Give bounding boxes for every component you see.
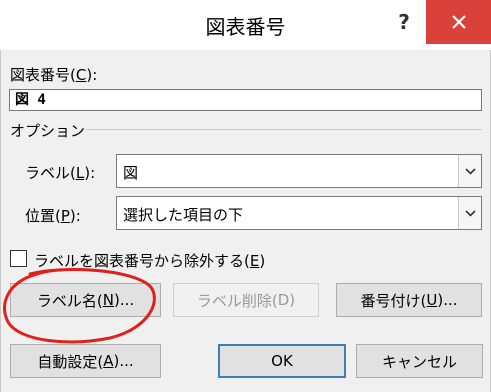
- options-group-label: オプション: [10, 122, 86, 140]
- position-field-key: P: [60, 207, 70, 225]
- options-group-divider: [86, 129, 482, 130]
- new-label-key: N: [102, 291, 114, 309]
- exclude-label-prefix: ラベルを図表番号から除外する(: [34, 252, 250, 270]
- position-field-suffix: ):: [69, 207, 81, 225]
- new-label-text: ラベル名(: [36, 291, 103, 310]
- caption-label-suffix: ):: [86, 66, 98, 84]
- autocaption-suffix: )...: [113, 352, 134, 370]
- close-icon: [451, 15, 466, 29]
- position-dropdown-arrow[interactable]: [458, 197, 481, 229]
- position-dropdown[interactable]: 選択した項目の下: [116, 196, 482, 230]
- label-dropdown-arrow[interactable]: [458, 155, 481, 187]
- numbering-key: U: [426, 291, 438, 309]
- numbering-button[interactable]: 番号付け(U)...: [336, 283, 482, 317]
- new-label-button[interactable]: ラベル名(N)...: [10, 283, 161, 317]
- cancel-button[interactable]: キャンセル: [356, 344, 483, 378]
- caption-label: 図表番号(C):: [10, 64, 97, 85]
- chevron-down-icon: [464, 209, 476, 217]
- caption-label-text: 図表番号(: [10, 66, 76, 84]
- exclude-label-key: E: [249, 252, 260, 270]
- new-label-suffix: )...: [113, 291, 135, 309]
- position-dropdown-value: 選択した項目の下: [123, 206, 244, 224]
- chevron-down-icon: [464, 167, 476, 175]
- label-field-text: ラベル(: [25, 164, 76, 182]
- autocaption-button[interactable]: 自動設定(A)...: [10, 344, 161, 378]
- numbering-text: 番号付け(: [360, 291, 427, 310]
- autocaption-text: 自動設定(: [37, 352, 104, 371]
- caption-input[interactable]: 図 4: [9, 89, 482, 111]
- label-field-label: ラベル(L):: [25, 162, 95, 183]
- delete-label-text: ラベル削除(: [196, 291, 278, 310]
- delete-label-suffix: ): [289, 291, 296, 309]
- title-bar: 図表番号 ?: [0, 0, 491, 50]
- help-button[interactable]: ?: [384, 4, 424, 40]
- label-dropdown-value: 図: [123, 164, 139, 182]
- exclude-label-text: ラベルを図表番号から除外する(E): [34, 250, 265, 271]
- delete-label-button[interactable]: ラベル削除(D): [173, 283, 319, 317]
- label-field-key: L: [75, 164, 85, 182]
- label-dropdown[interactable]: 図: [116, 154, 482, 188]
- position-field-text: 位置(: [25, 207, 61, 225]
- position-field-label: 位置(P):: [25, 205, 81, 226]
- autocaption-key: A: [103, 352, 114, 370]
- ok-button[interactable]: OK: [218, 344, 346, 378]
- close-button[interactable]: [426, 0, 491, 44]
- exclude-label-suffix: ): [259, 252, 266, 270]
- numbering-suffix: )...: [437, 291, 458, 309]
- label-field-suffix: ):: [84, 164, 96, 182]
- exclude-label-checkbox[interactable]: [10, 250, 27, 267]
- delete-label-key: D: [277, 291, 290, 309]
- caption-label-key: C: [75, 66, 87, 84]
